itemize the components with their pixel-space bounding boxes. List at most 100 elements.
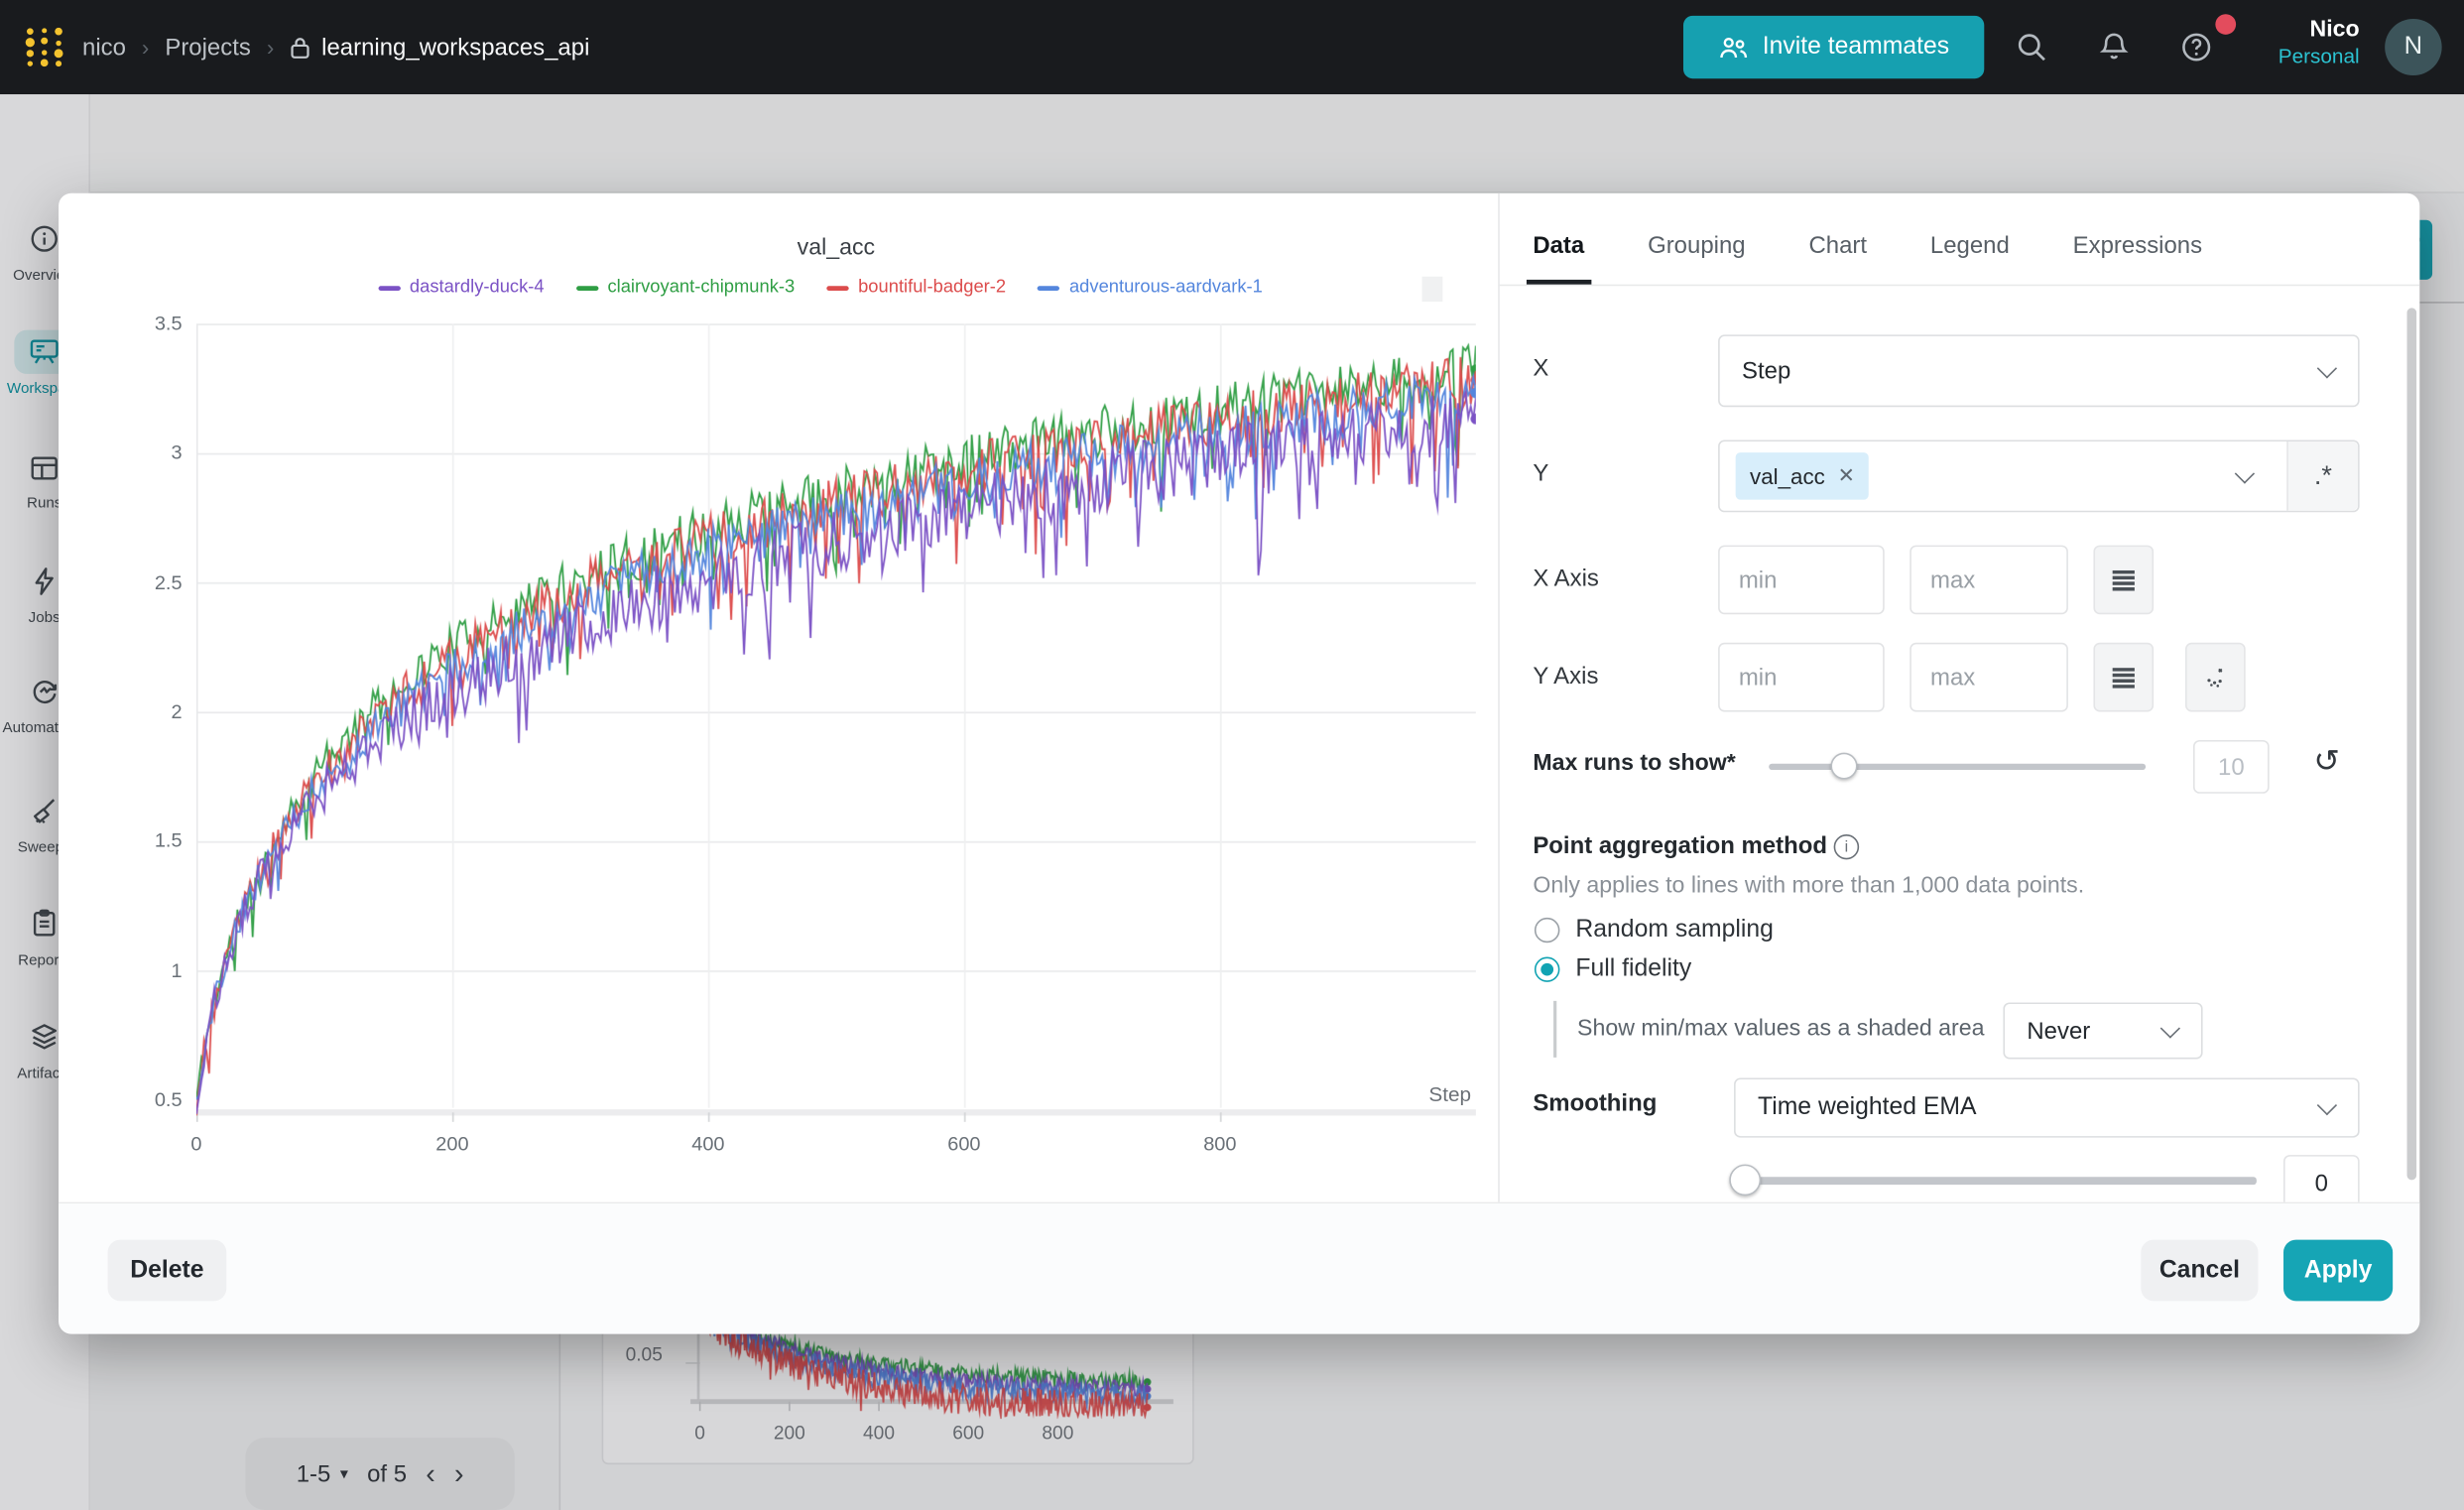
- avatar[interactable]: N: [2385, 19, 2441, 75]
- minmax-select[interactable]: Never: [2003, 1002, 2202, 1059]
- aggregation-title: Point aggregation method: [1533, 832, 1827, 859]
- smoothing-slider[interactable]: [1750, 1177, 2257, 1185]
- invite-teammates-label: Invite teammates: [1763, 33, 1949, 62]
- max-runs-slider-thumb[interactable]: [1830, 753, 1857, 780]
- y-select[interactable]: val_acc ✕ .*: [1718, 440, 2360, 512]
- settings-tabs: Data Grouping Chart Legend Expressions: [1498, 193, 2419, 286]
- delete-button[interactable]: Delete: [108, 1240, 227, 1302]
- y-tick-label: 3: [119, 440, 183, 465]
- x-axis-max-input[interactable]: [1910, 546, 2068, 615]
- legend-run-name: dastardly-duck-4: [410, 278, 545, 297]
- breadcrumb-item-learning_workspaces_api[interactable]: learning_workspaces_api: [290, 34, 589, 61]
- max-runs-input[interactable]: [2193, 740, 2270, 794]
- y-metric-chip-label: val_acc: [1750, 463, 1825, 488]
- random-sampling-label[interactable]: Random sampling: [1575, 916, 1773, 944]
- x-axis-label: Step: [1360, 1082, 1471, 1106]
- y-metric-chip[interactable]: val_acc ✕: [1736, 452, 1870, 500]
- y-tick-label: 1.5: [119, 828, 183, 853]
- full-fidelity-label[interactable]: Full fidelity: [1575, 955, 1691, 984]
- tab-expressions[interactable]: Expressions: [2073, 232, 2202, 284]
- smoothing-select[interactable]: Time weighted EMA: [1734, 1077, 2360, 1137]
- breadcrumb-label: Projects: [165, 34, 251, 61]
- breadcrumb: nico›Projects›learning_workspaces_api: [82, 0, 589, 94]
- regex-icon: .*: [2314, 460, 2332, 492]
- breadcrumb-item-Projects[interactable]: Projects: [165, 34, 251, 61]
- log-scale-icon: [2113, 667, 2135, 688]
- chevron-down-icon: [2317, 358, 2337, 378]
- chart-title: val_acc: [196, 236, 1476, 261]
- x-tick-label: 800: [1185, 1133, 1255, 1155]
- chevron-down-icon: [2235, 463, 2255, 483]
- max-runs-slider[interactable]: [1769, 764, 2146, 770]
- legend-item[interactable]: adventurous-aardvark-1: [1038, 278, 1263, 297]
- legend-run-name: adventurous-aardvark-1: [1069, 278, 1263, 297]
- breadcrumb-label: learning_workspaces_api: [321, 34, 589, 61]
- panel-editor-settings: Data Grouping Chart Legend Expressions X Ste…: [1498, 193, 2419, 1202]
- y-axis-min-input[interactable]: [1718, 643, 1885, 712]
- y-tick-label: 1: [119, 958, 183, 983]
- y-axis-log-scale-button[interactable]: [2093, 643, 2154, 712]
- x-axis-field-label: X Axis: [1533, 566, 1599, 592]
- help-icon[interactable]: [2179, 30, 2214, 64]
- lock-icon: [290, 36, 310, 60]
- x-select-value: Step: [1742, 357, 1790, 384]
- info-icon[interactable]: i: [1834, 834, 1860, 859]
- y-axis-field-label: Y Axis: [1533, 663, 1598, 690]
- invite-teammates-button[interactable]: Invite teammates: [1683, 16, 1984, 78]
- x-tick-label: 400: [674, 1133, 743, 1155]
- x-tick-label: 600: [929, 1133, 999, 1155]
- tab-data[interactable]: Data: [1533, 232, 1584, 284]
- smoothing-value-input[interactable]: [2283, 1155, 2360, 1202]
- x-select[interactable]: Step: [1718, 334, 2360, 407]
- breadcrumb-separator: ›: [267, 35, 274, 60]
- wandb-logo-icon[interactable]: [21, 24, 71, 71]
- y-tick-label: 3.5: [119, 312, 183, 336]
- x-axis-min-input[interactable]: [1718, 546, 1885, 615]
- x-axis-log-scale-button[interactable]: [2093, 546, 2154, 615]
- notifications-bell-icon[interactable]: [2097, 30, 2132, 64]
- legend-run-name: clairvoyant-chipmunk-3: [607, 278, 795, 297]
- log-scale-icon: [2113, 569, 2135, 590]
- cancel-button[interactable]: Cancel: [2141, 1240, 2258, 1302]
- aggregation-note: Only applies to lines with more than 1,0…: [1533, 874, 2084, 899]
- y-field-label: Y: [1533, 460, 1548, 487]
- panel-scrollbar[interactable]: [2407, 308, 2417, 1180]
- minmax-label: Show min/max values as a shaded area: [1577, 1017, 1984, 1042]
- search-icon[interactable]: [2015, 30, 2049, 64]
- tab-legend[interactable]: Legend: [1930, 232, 2010, 284]
- chart-legend: dastardly-duck-4 clairvoyant-chipmunk-3 bo…: [165, 278, 1476, 297]
- help-notification-badge: [2215, 14, 2236, 35]
- regex-toggle-button[interactable]: .*: [2286, 441, 2358, 511]
- modal-footer: Delete Cancel Apply: [59, 1202, 2419, 1334]
- x-tick-label: 0: [162, 1133, 231, 1155]
- smoothing-slider-thumb[interactable]: [1729, 1165, 1761, 1196]
- full-fidelity-radio[interactable]: [1535, 957, 1560, 982]
- legend-run-name: bountiful-badger-2: [858, 278, 1006, 297]
- legend-swatch: [1038, 285, 1059, 290]
- breadcrumb-label: nico: [82, 34, 126, 61]
- tab-chart[interactable]: Chart: [1808, 232, 1867, 284]
- user-name: Nico: [2279, 16, 2360, 45]
- tab-grouping[interactable]: Grouping: [1648, 232, 1746, 284]
- user-menu[interactable]: Nico Personal: [2279, 16, 2360, 69]
- breadcrumb-item-nico[interactable]: nico: [82, 34, 126, 61]
- y-tick-label: 2.5: [119, 569, 183, 594]
- apply-button[interactable]: Apply: [2283, 1240, 2393, 1302]
- indent-line: [1553, 1001, 1556, 1058]
- legend-item[interactable]: clairvoyant-chipmunk-3: [576, 278, 796, 297]
- x-field-label: X: [1533, 355, 1548, 382]
- val-acc-chart-canvas[interactable]: [196, 315, 1476, 1122]
- max-runs-label: Max runs to show*: [1533, 751, 1736, 776]
- reset-icon[interactable]: ↺: [2313, 742, 2340, 782]
- people-icon: [1718, 34, 1748, 61]
- legend-item[interactable]: dastardly-duck-4: [378, 278, 545, 297]
- remove-metric-icon[interactable]: ✕: [1838, 463, 1855, 488]
- smoothing-select-value: Time weighted EMA: [1758, 1093, 1977, 1122]
- ignore-outliers-button[interactable]: [2185, 643, 2246, 712]
- user-scope: Personal: [2279, 45, 2360, 70]
- legend-item[interactable]: bountiful-badger-2: [826, 278, 1006, 297]
- random-sampling-radio[interactable]: [1535, 918, 1560, 943]
- y-axis-max-input[interactable]: [1910, 643, 2068, 712]
- minmax-select-value: Never: [2027, 1017, 2090, 1044]
- top-navbar: nico›Projects›learning_workspaces_api In…: [0, 0, 2464, 94]
